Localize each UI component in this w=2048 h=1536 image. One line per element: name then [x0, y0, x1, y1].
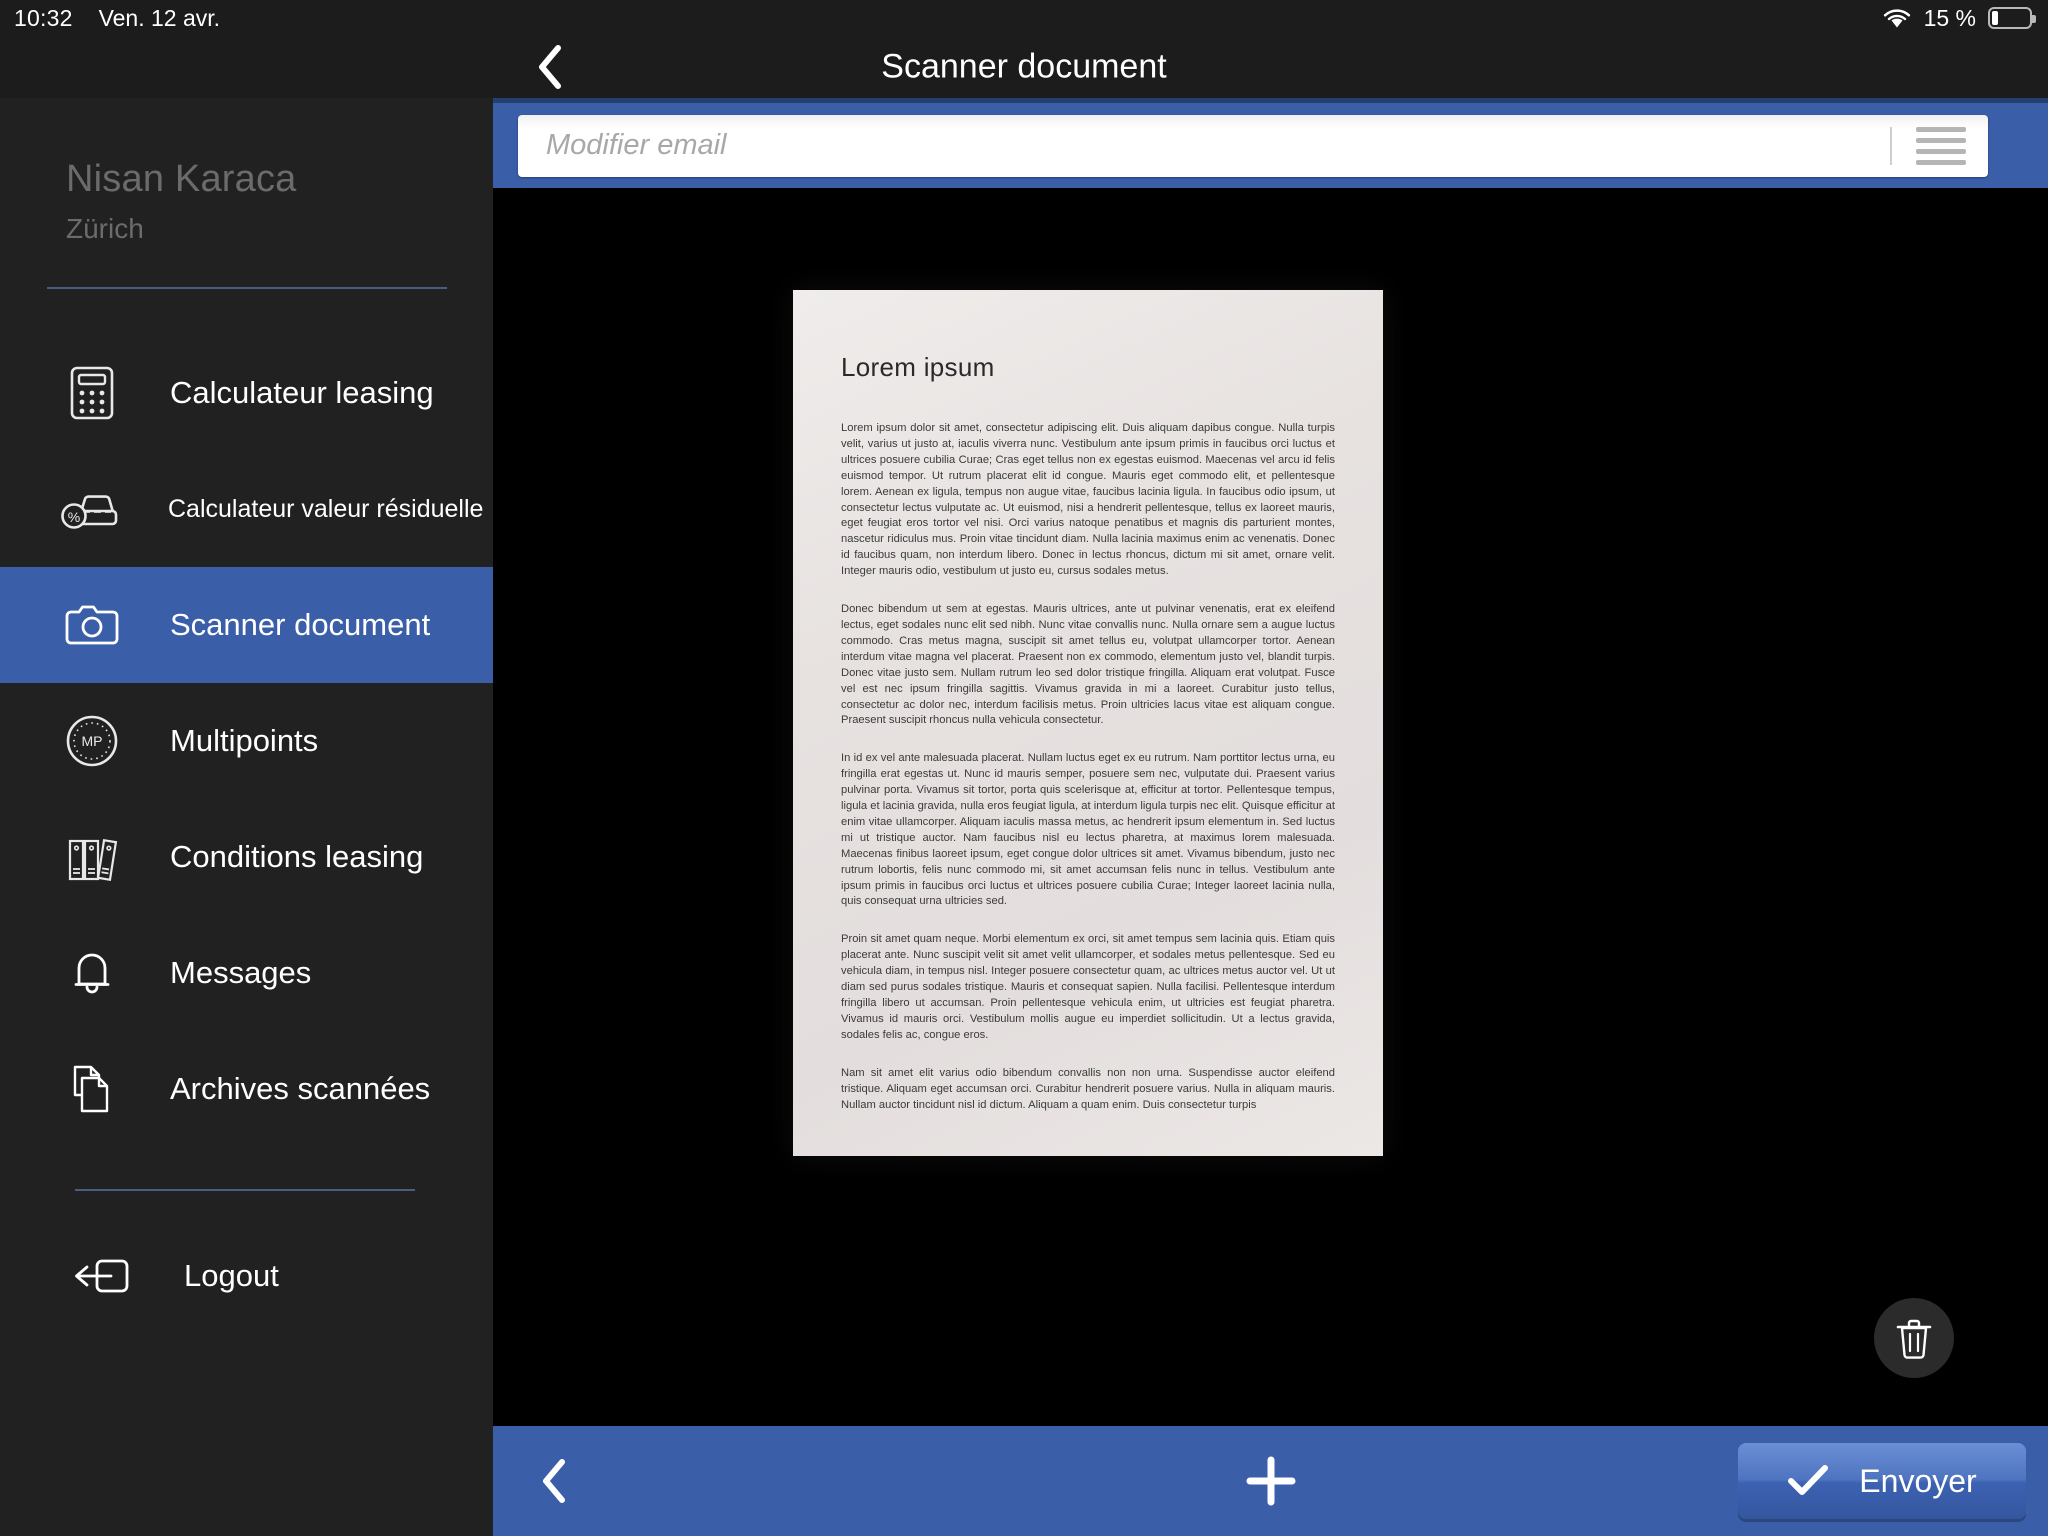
svg-text:MP: MP [82, 733, 103, 749]
sidebar-item-calculateur-leasing[interactable]: Calculateur leasing [0, 335, 493, 451]
sidebar-item-messages[interactable]: Messages [0, 915, 493, 1031]
sidebar-item-calculateur-valeur-residuelle[interactable]: % Calculateur valeur résiduelle [0, 451, 493, 567]
field-divider [1890, 126, 1892, 165]
plus-icon [1243, 1453, 1299, 1509]
trash-icon [1895, 1317, 1933, 1359]
sidebar-divider-bottom [75, 1189, 415, 1191]
car-percent-icon: % [60, 477, 124, 541]
sidebar-item-label: Messages [170, 955, 312, 990]
status-time: 10:32 [14, 4, 73, 31]
delete-button[interactable] [1874, 1298, 1954, 1378]
hamburger-menu-icon[interactable] [1916, 126, 1966, 165]
page-title: Scanner document [881, 47, 1167, 86]
bell-icon [60, 941, 124, 1005]
send-label: Envoyer [1859, 1462, 1977, 1499]
document-paragraph: Lorem ipsum dolor sit amet, consectetur … [841, 422, 1335, 578]
document-paragraph: Proin sit amet quam neque. Morbi element… [841, 933, 1335, 1041]
sidebar-item-label: Calculateur valeur résiduelle [168, 494, 484, 523]
sidebar-divider-top [47, 287, 447, 289]
scanned-document-page[interactable]: Lorem ipsum Lorem ipsum dolor sit amet, … [793, 290, 1383, 1156]
sidebar-item-label: Conditions leasing [170, 839, 424, 874]
email-toolbar [493, 98, 2048, 188]
app-root: 10:32 Ven. 12 avr. 15 % Scanner document… [0, 0, 2048, 1536]
user-profile: Nisan Karaca Zürich [0, 98, 493, 245]
sidebar-item-label: Multipoints [170, 723, 319, 758]
sidebar-item-multipoints[interactable]: MP Multipoints [0, 683, 493, 799]
sidebar: Nisan Karaca Zürich Calculateur leasing … [0, 98, 493, 1536]
document-paragraph: Donec bibendum ut sem at egestas. Mauris… [841, 603, 1335, 727]
main-content: Lorem ipsum Lorem ipsum dolor sit amet, … [493, 98, 2048, 1536]
sidebar-item-conditions-leasing[interactable]: Conditions leasing [0, 799, 493, 915]
camera-icon [60, 593, 124, 657]
bottom-toolbar: Envoyer [493, 1426, 2048, 1536]
previous-page-button[interactable] [531, 1453, 577, 1509]
multipoints-badge-icon: MP [60, 709, 124, 773]
status-bar: 10:32 Ven. 12 avr. 15 % [0, 0, 2048, 36]
status-right-group: 15 % [1882, 4, 2036, 32]
sidebar-item-label: Calculateur leasing [170, 375, 434, 410]
logout-button[interactable]: Logout [0, 1221, 493, 1331]
calculator-icon [60, 361, 124, 425]
check-icon [1787, 1464, 1829, 1498]
document-paragraph: Nam sit amet elit varius odio bibendum c… [841, 1066, 1335, 1111]
wifi-icon [1882, 7, 1912, 29]
send-button[interactable]: Envoyer [1738, 1443, 2026, 1519]
sidebar-item-label: Archives scannées [170, 1071, 431, 1106]
logout-arrow-icon [70, 1244, 134, 1308]
email-input[interactable] [546, 129, 1846, 162]
document-preview-area: Lorem ipsum Lorem ipsum dolor sit amet, … [493, 188, 2048, 1450]
documents-icon [60, 1057, 124, 1121]
document-paragraph: In id ex vel ante malesuada placerat. Nu… [841, 752, 1335, 908]
email-field-container[interactable] [518, 114, 1988, 177]
user-city: Zürich [66, 213, 144, 244]
battery-icon [1988, 7, 2036, 29]
title-bar: Scanner document [0, 36, 2048, 98]
battery-percent-label: 15 % [1923, 4, 1976, 31]
sidebar-item-scanner-document[interactable]: Scanner document [0, 567, 493, 683]
status-date: Ven. 12 avr. [98, 4, 221, 31]
document-title: Lorem ipsum [841, 352, 995, 382]
sidebar-item-archives-scannees[interactable]: Archives scannées [0, 1031, 493, 1147]
sidebar-item-label: Scanner document [170, 607, 431, 642]
chevron-left-icon [539, 1457, 569, 1505]
svg-text:%: % [68, 509, 80, 525]
binders-icon [60, 825, 124, 889]
sidebar-nav: Calculateur leasing % Calculateur valeur… [0, 335, 493, 1147]
logout-label: Logout [184, 1258, 279, 1293]
add-page-button[interactable] [1241, 1451, 1301, 1511]
user-name: Nisan Karaca [66, 158, 297, 200]
